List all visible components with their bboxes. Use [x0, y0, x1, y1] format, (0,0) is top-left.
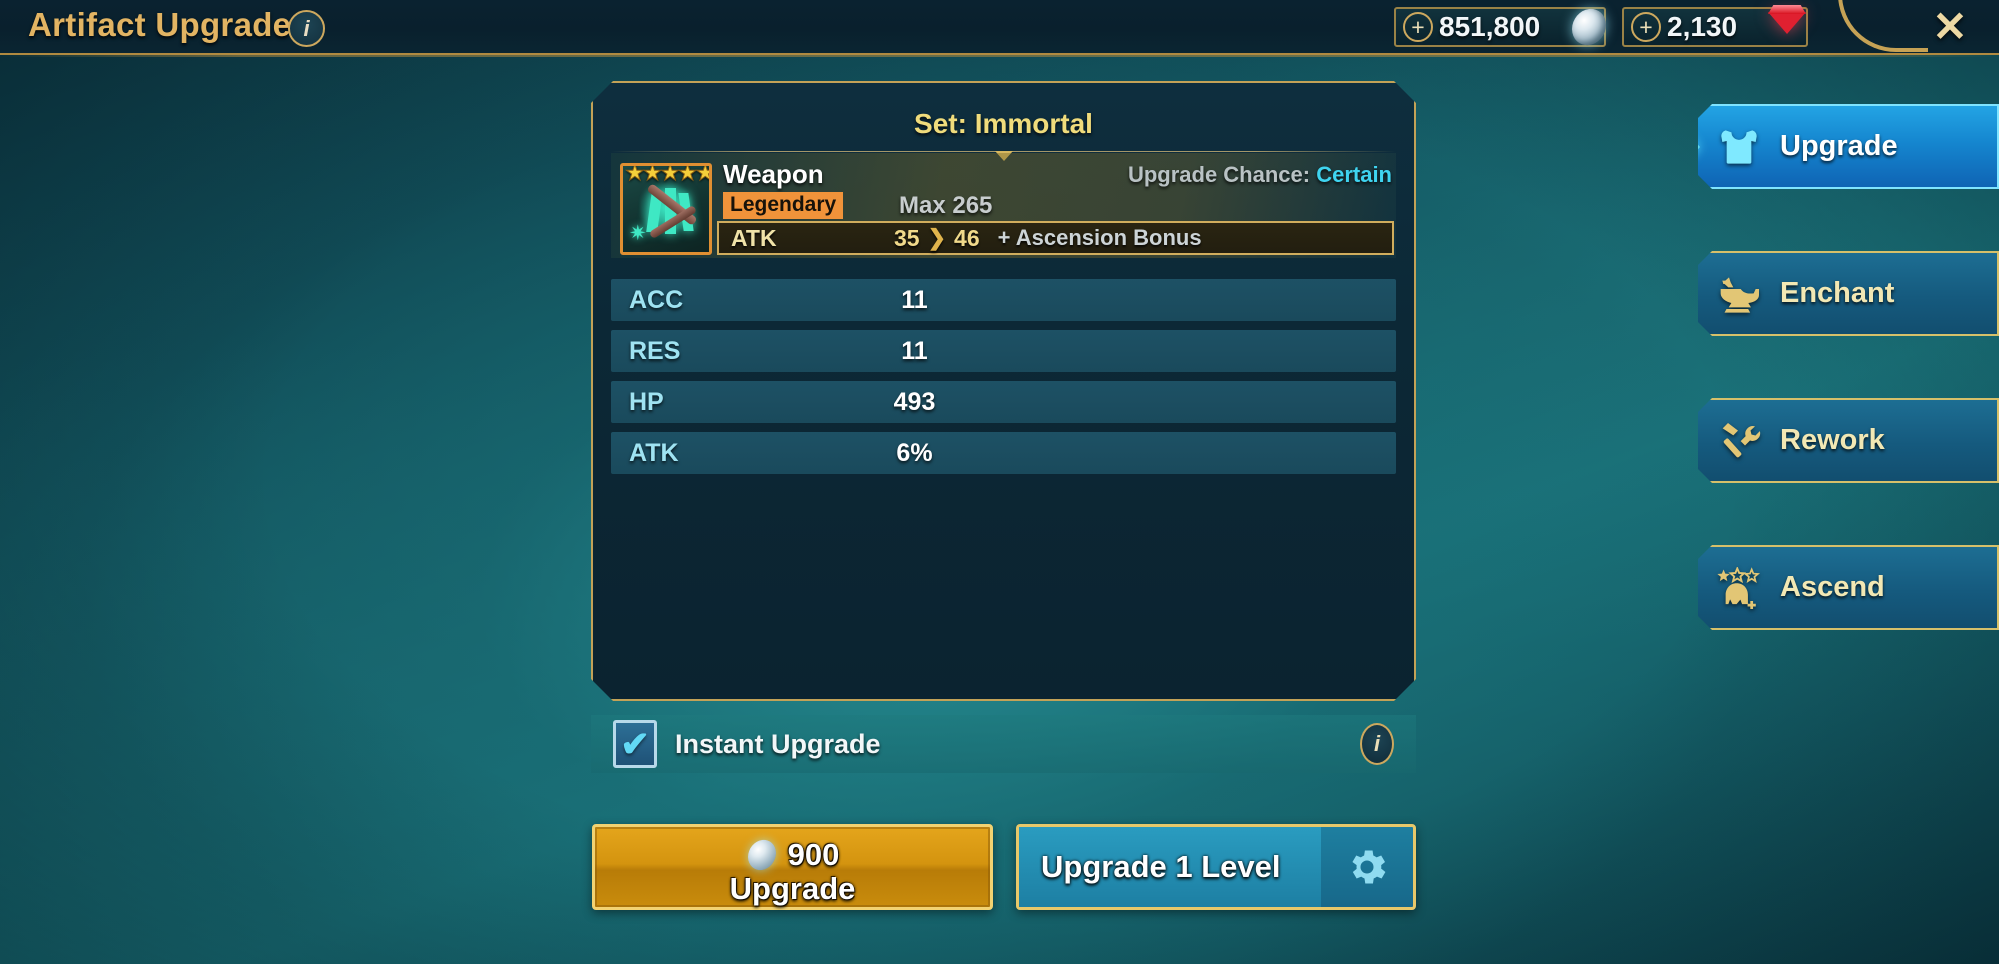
upgrade-button[interactable]: 900 Upgrade	[592, 824, 993, 910]
add-silver-button[interactable]: +	[1403, 12, 1433, 42]
currency-silver[interactable]: + 851,800	[1394, 7, 1606, 47]
rarity-badge: Legendary	[723, 192, 843, 219]
page-title: Artifact Upgrade	[28, 6, 292, 43]
top-bar: Artifact Upgrade i + 851,800 + 2,130 ✕	[0, 0, 1999, 57]
corner-decoration	[1838, 0, 1928, 52]
check-icon: ✔	[620, 724, 650, 764]
artifact-panel: Set: Immortal ✷ Weapon	[591, 81, 1416, 701]
star-helmet-icon	[1698, 567, 1780, 609]
substat-row: HP 493	[611, 381, 1396, 423]
nav-tab-enchant[interactable]: Enchant	[1698, 251, 1999, 336]
upgrade-chance-label: Upgrade Chance:	[1127, 162, 1317, 187]
substat-value: 493	[893, 387, 936, 416]
star-icon	[678, 168, 696, 186]
upgrade-button-label: Upgrade	[729, 871, 856, 906]
artifact-type: Weapon	[723, 159, 824, 189]
substat-value: 11	[901, 336, 928, 365]
nav-tab-label: Rework	[1780, 424, 1885, 456]
instant-upgrade-info-icon[interactable]: i	[1360, 723, 1394, 765]
main-stat-to: 46	[954, 224, 980, 251]
info-glyph: i	[303, 15, 310, 41]
upgrade-cost: 900	[787, 837, 840, 872]
mode-nav: Upgrade Enchant Rework Ascend	[1698, 104, 1999, 692]
upgrade-level-label[interactable]: Upgrade 1 Level	[1019, 827, 1321, 907]
currency-gems[interactable]: + 2,130	[1622, 7, 1808, 47]
gem-amount: 2,130	[1667, 11, 1738, 42]
main-stat-row: ATK 35 ❯ 46 + Ascension Bonus	[717, 221, 1394, 255]
ascension-bonus-label: + Ascension Bonus	[997, 225, 1202, 250]
arrow-right-icon: ❯	[927, 225, 947, 250]
anvil-icon	[1698, 274, 1780, 314]
hammer-wrench-icon	[1698, 421, 1780, 461]
close-button[interactable]: ✕	[1927, 6, 1973, 48]
nav-tab-label: Ascend	[1780, 571, 1885, 603]
substat-value: 11	[901, 285, 928, 314]
rarity-stars	[625, 168, 712, 186]
upgrade-chance-value: Certain	[1316, 162, 1392, 187]
substat-list: ACC 11 RES 11 HP 493 ATK 6%	[611, 279, 1396, 483]
add-gems-button[interactable]: +	[1631, 12, 1661, 42]
legendary-trident-weapon-icon[interactable]: ✷	[620, 163, 712, 255]
main-stat-from: 35	[894, 224, 920, 251]
substat-row: ATK 6%	[611, 432, 1396, 474]
info-glyph: i	[1373, 731, 1381, 756]
red-gem-icon	[1760, 6, 1812, 48]
instant-upgrade-bar: ✔ Instant Upgrade i	[591, 715, 1416, 773]
main-stat-name: ATK	[731, 224, 777, 251]
substat-value: 6%	[896, 438, 933, 467]
nav-tab-label: Enchant	[1780, 277, 1895, 309]
artifact-summary: ✷ Weapon Legendary Max 265 Upgrade Chanc…	[611, 153, 1396, 258]
upgrade-chance: Upgrade Chance: Certain	[1128, 162, 1392, 188]
silver-coin-icon	[746, 839, 778, 871]
upgrade-level-selector[interactable]: Upgrade 1 Level	[1016, 824, 1416, 910]
artifact-set-name: Set: Immortal	[914, 108, 1093, 139]
nav-tab-ascend[interactable]: Ascend	[1698, 545, 1999, 630]
star-icon	[625, 168, 643, 186]
substat-row: RES 11	[611, 330, 1396, 372]
silver-coin-icon	[1566, 6, 1608, 48]
title-info-icon[interactable]: i	[288, 10, 325, 47]
artifact-max-value: Max 265	[899, 192, 993, 219]
instant-upgrade-checkbox[interactable]: ✔	[613, 720, 657, 768]
nav-tab-rework[interactable]: Rework	[1698, 398, 1999, 483]
star-icon	[643, 168, 661, 186]
silver-amount: 851,800	[1439, 11, 1541, 42]
substat-row: ACC 11	[611, 279, 1396, 321]
faction-rune-icon: ✷	[629, 222, 647, 245]
nav-tab-label: Upgrade	[1780, 130, 1898, 162]
gear-icon[interactable]	[1321, 844, 1413, 890]
star-icon	[660, 168, 678, 186]
instant-upgrade-label: Instant Upgrade	[675, 728, 881, 759]
armor-chest-icon	[1698, 127, 1780, 167]
star-icon	[695, 168, 712, 186]
nav-tab-upgrade[interactable]: Upgrade	[1698, 104, 1999, 189]
